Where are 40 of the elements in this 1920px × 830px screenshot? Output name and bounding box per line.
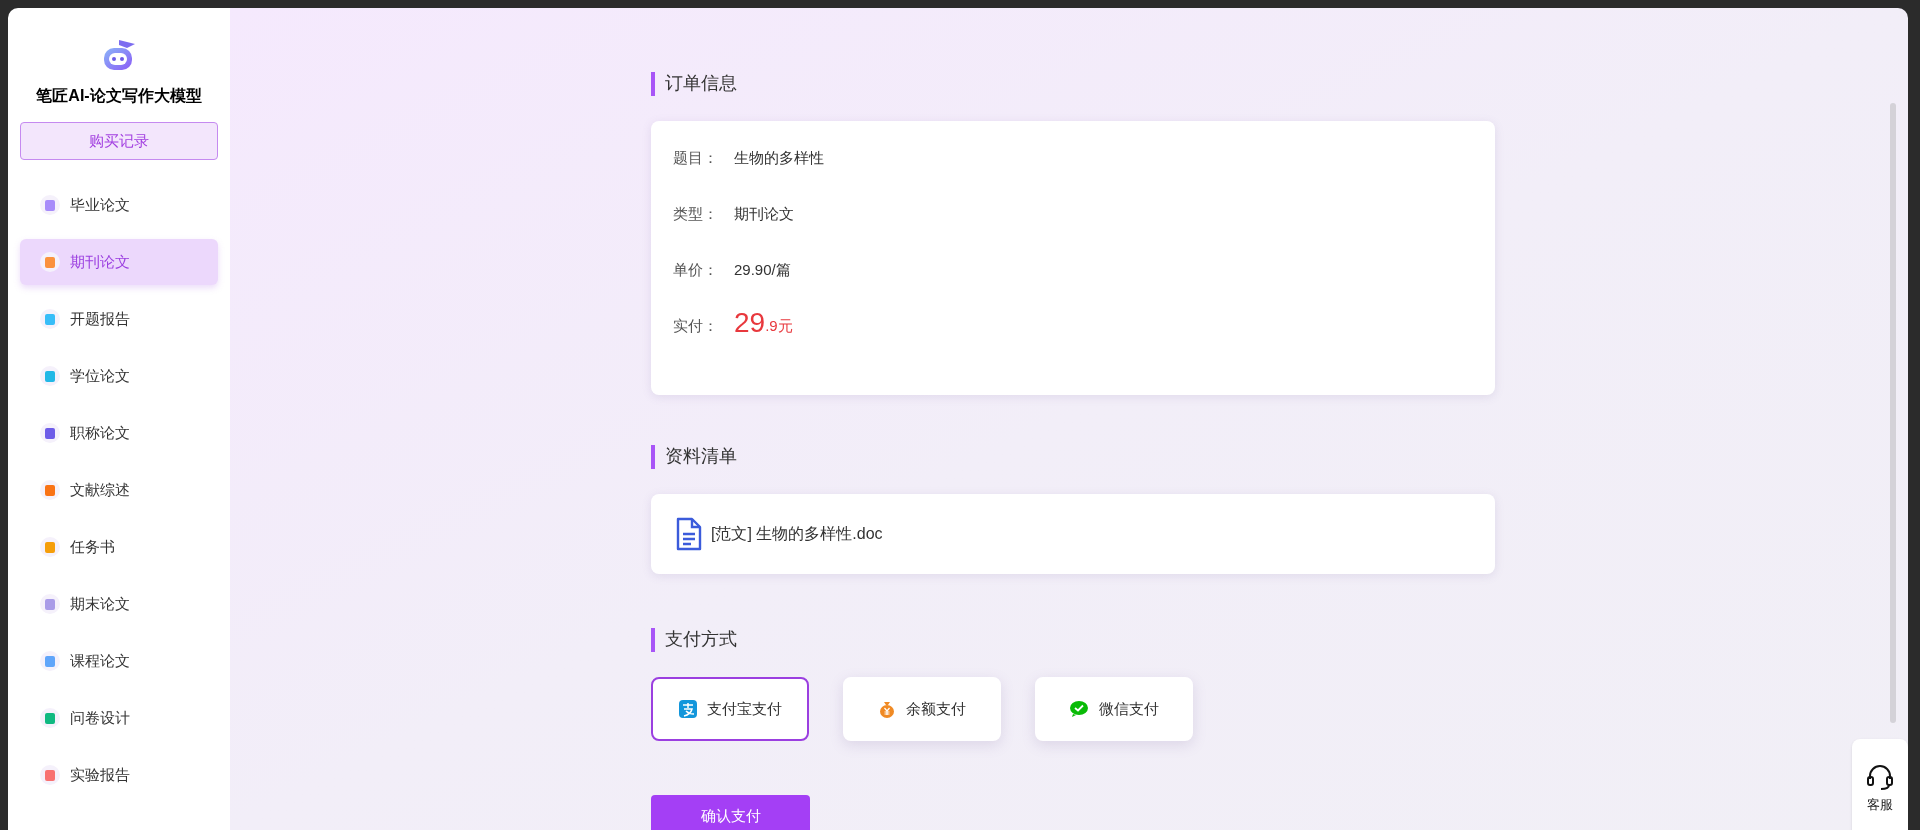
sidebar-item[interactable]: 期刊论文 [20, 239, 218, 285]
chat-bubble-icon [1069, 700, 1089, 718]
heading-accent-bar [651, 444, 655, 469]
customer-service-button[interactable]: 客服 [1852, 739, 1908, 830]
alipay-icon [678, 700, 697, 718]
payment-method-option[interactable]: 微信支付 [1035, 677, 1193, 741]
robot-logo-icon [101, 38, 137, 72]
sidebar-item[interactable]: 职称论文 [20, 410, 218, 456]
section-heading: 订单信息 [665, 72, 737, 95]
field-value: 生物的多样性 [734, 147, 824, 168]
sidebar-item[interactable]: 文献综述 [20, 467, 218, 513]
payment-method-option[interactable]: 余额支付 [843, 677, 1001, 741]
sidebar-item[interactable]: 实验报告 [20, 752, 218, 798]
confirm-payment-button[interactable]: 确认支付 [651, 795, 810, 830]
heading-accent-bar [651, 627, 655, 652]
file-name: [范文] 生物的多样性.doc [711, 524, 883, 544]
section-heading: 支付方式 [665, 628, 737, 651]
app-title: 笔匠AI-论文写作大模型 [36, 86, 202, 106]
field-value: 29.90/篇 [734, 259, 791, 280]
field-label: 实付： [673, 315, 719, 336]
scrollbar[interactable] [1890, 103, 1896, 723]
money-bag-icon [878, 700, 896, 718]
section-heading: 资料清单 [665, 445, 737, 468]
sidebar-item[interactable]: 课程论文 [20, 638, 218, 684]
sidebar-item[interactable]: 学位论文 [20, 353, 218, 399]
field-label: 单价： [673, 259, 719, 280]
sidebar-item[interactable]: 开题报告 [20, 296, 218, 342]
payment-method-option[interactable]: 支付宝支付 [651, 677, 809, 741]
price-integer: 29 [734, 309, 766, 337]
field-label: 类型： [673, 203, 719, 224]
field-value: 期刊论文 [734, 203, 794, 224]
sidebar-item[interactable]: 任务书 [20, 524, 218, 570]
purchase-history-button[interactable]: 购买记录 [20, 122, 218, 160]
heading-accent-bar [651, 71, 655, 96]
sidebar-item[interactable]: 问卷设计 [20, 695, 218, 741]
field-label: 题目： [673, 147, 719, 168]
headset-icon [1866, 763, 1894, 791]
sidebar-item[interactable]: 毕业论文 [20, 182, 218, 228]
price-fraction: .9元 [765, 315, 793, 336]
sidebar-item[interactable]: 期末论文 [20, 581, 218, 627]
